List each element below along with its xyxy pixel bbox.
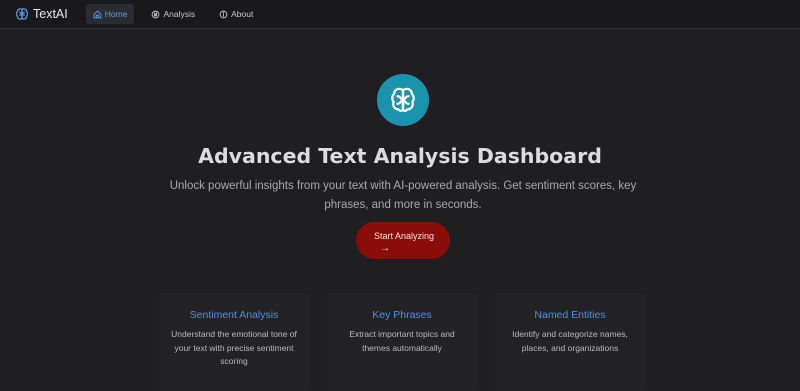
feature-card-named-entities: Named Entities Identify and categorize n…	[495, 293, 645, 391]
nav-item-home-label: Home	[104, 9, 128, 19]
nav-item-analysis-label: Analysis	[163, 9, 196, 19]
top-navbar: TextAI Home Analysis About	[0, 0, 800, 29]
brain-icon	[15, 8, 29, 20]
brain-icon	[391, 87, 415, 112]
feature-card-text: Understand the emotional tone of your te…	[171, 329, 297, 366]
feature-card-title: Sentiment Analysis	[189, 309, 279, 321]
nav-item-home[interactable]: Home	[85, 4, 135, 24]
brand-link[interactable]: TextAI	[15, 0, 68, 28]
brand-name: TextAI	[33, 7, 68, 21]
nav-item-about[interactable]: About	[212, 4, 260, 24]
hero-logo	[377, 74, 429, 126]
info-icon	[219, 10, 228, 18]
start-analyzing-button[interactable]: Start Analyzing →	[356, 222, 450, 259]
home-icon	[93, 10, 102, 18]
hero-subtitle: Unlock powerful insights from your text …	[169, 180, 637, 211]
analysis-icon	[152, 10, 160, 18]
arrow-right-icon: →	[380, 243, 390, 254]
feature-card-key-phrases: Key Phrases Extract important topics and…	[327, 293, 477, 391]
nav-menu: Home Analysis About	[85, 0, 271, 28]
feature-card-text: Extract important topics and themes auto…	[349, 329, 455, 353]
nav-item-analysis[interactable]: Analysis	[144, 4, 202, 24]
feature-card-title: Key Phrases	[372, 309, 432, 321]
page-title: Advanced Text Analysis Dashboard	[198, 144, 602, 168]
feature-card-sentiment: Sentiment Analysis Understand the emotio…	[159, 293, 309, 391]
feature-card-title: Named Entities	[534, 309, 606, 321]
nav-item-about-label: About	[231, 9, 254, 19]
start-analyzing-label: Start Analyzing	[374, 231, 435, 241]
feature-card-text: Identify and categorize names, places, a…	[512, 329, 628, 353]
